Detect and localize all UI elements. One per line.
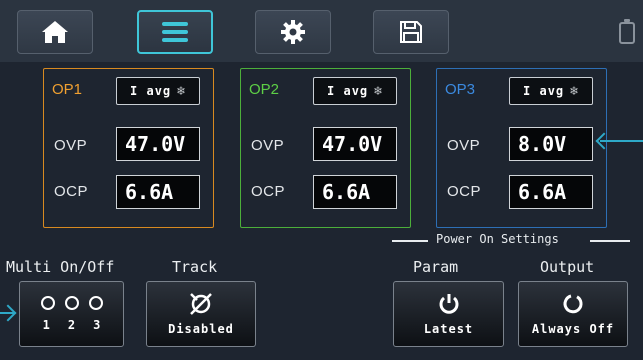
channel-number: 3: [93, 318, 101, 332]
ocp-label: OCP: [447, 183, 482, 200]
power-icon: [439, 294, 458, 314]
param-value: Latest: [423, 322, 474, 336]
iavg-button[interactable]: I avg ❄: [509, 77, 593, 105]
arrow-left-icon: [600, 140, 643, 142]
power-on-settings-title: Power On Settings: [436, 232, 559, 246]
save-icon: [400, 21, 422, 43]
gear-icon: [281, 20, 305, 44]
output-panel-op1: OP1 I avg ❄ OVP 47.0V OCP 6.6A: [43, 68, 214, 228]
track-button[interactable]: Disabled: [146, 281, 256, 347]
channel-numbers: 1 2 3: [43, 318, 101, 332]
op-label: OP2: [249, 81, 280, 98]
circle-icon: [88, 296, 103, 310]
ovp-label: OVP: [447, 137, 481, 154]
multi-onoff-button[interactable]: 1 2 3: [19, 281, 124, 347]
save-button[interactable]: [373, 10, 449, 54]
divider: [590, 240, 630, 242]
channel-number: 2: [67, 318, 76, 332]
snowflake-icon: ❄: [177, 83, 186, 99]
op-label: OP1: [52, 81, 83, 98]
ovp-label: OVP: [251, 137, 285, 154]
ocp-value-field[interactable]: 6.6A: [116, 175, 200, 209]
settings-button[interactable]: [255, 10, 331, 54]
snowflake-icon: ❄: [570, 83, 579, 99]
output-button[interactable]: Always Off: [518, 281, 628, 347]
channel-circles: [40, 296, 103, 310]
track-title: Track: [172, 258, 218, 276]
channel-number: 1: [42, 318, 50, 332]
ovp-value-field[interactable]: 47.0V: [116, 127, 200, 161]
menu-icon: [162, 22, 188, 42]
no-track-icon: [190, 293, 212, 315]
battery-icon: [619, 19, 635, 44]
divider: [392, 240, 428, 242]
param-title: Param: [413, 258, 459, 276]
output-value: Always Off: [531, 322, 615, 336]
menu-button[interactable]: [137, 10, 213, 54]
home-button[interactable]: [17, 10, 93, 54]
iavg-label: I avg: [523, 84, 565, 98]
circle-icon: [64, 296, 79, 310]
param-button[interactable]: Latest: [393, 281, 504, 347]
home-icon: [42, 21, 68, 43]
op-label: OP3: [445, 81, 476, 98]
output-panel-op3: OP3 I avg ❄ OVP 8.0V OCP 6.6A: [436, 68, 607, 228]
power-off-icon: [563, 294, 583, 314]
ovp-label: OVP: [54, 137, 88, 154]
circle-icon: [40, 296, 55, 310]
multi-onoff-title: Multi On/Off: [6, 258, 115, 276]
ocp-label: OCP: [54, 183, 89, 200]
output-title: Output: [540, 258, 595, 276]
iavg-button[interactable]: I avg ❄: [116, 77, 200, 105]
ocp-label: OCP: [251, 183, 286, 200]
snowflake-icon: ❄: [374, 83, 383, 99]
track-value: Disabled: [168, 322, 234, 336]
ovp-value-field[interactable]: 8.0V: [509, 127, 593, 161]
ovp-value-field[interactable]: 47.0V: [313, 127, 397, 161]
ocp-value-field[interactable]: 6.6A: [509, 175, 593, 209]
iavg-button[interactable]: I avg ❄: [313, 77, 397, 105]
arrow-right-icon: [0, 312, 14, 314]
iavg-label: I avg: [130, 84, 172, 98]
ocp-value-field[interactable]: 6.6A: [313, 175, 397, 209]
iavg-label: I avg: [327, 84, 369, 98]
output-panel-op2: OP2 I avg ❄ OVP 47.0V OCP 6.6A: [240, 68, 411, 228]
top-toolbar: [0, 0, 643, 62]
